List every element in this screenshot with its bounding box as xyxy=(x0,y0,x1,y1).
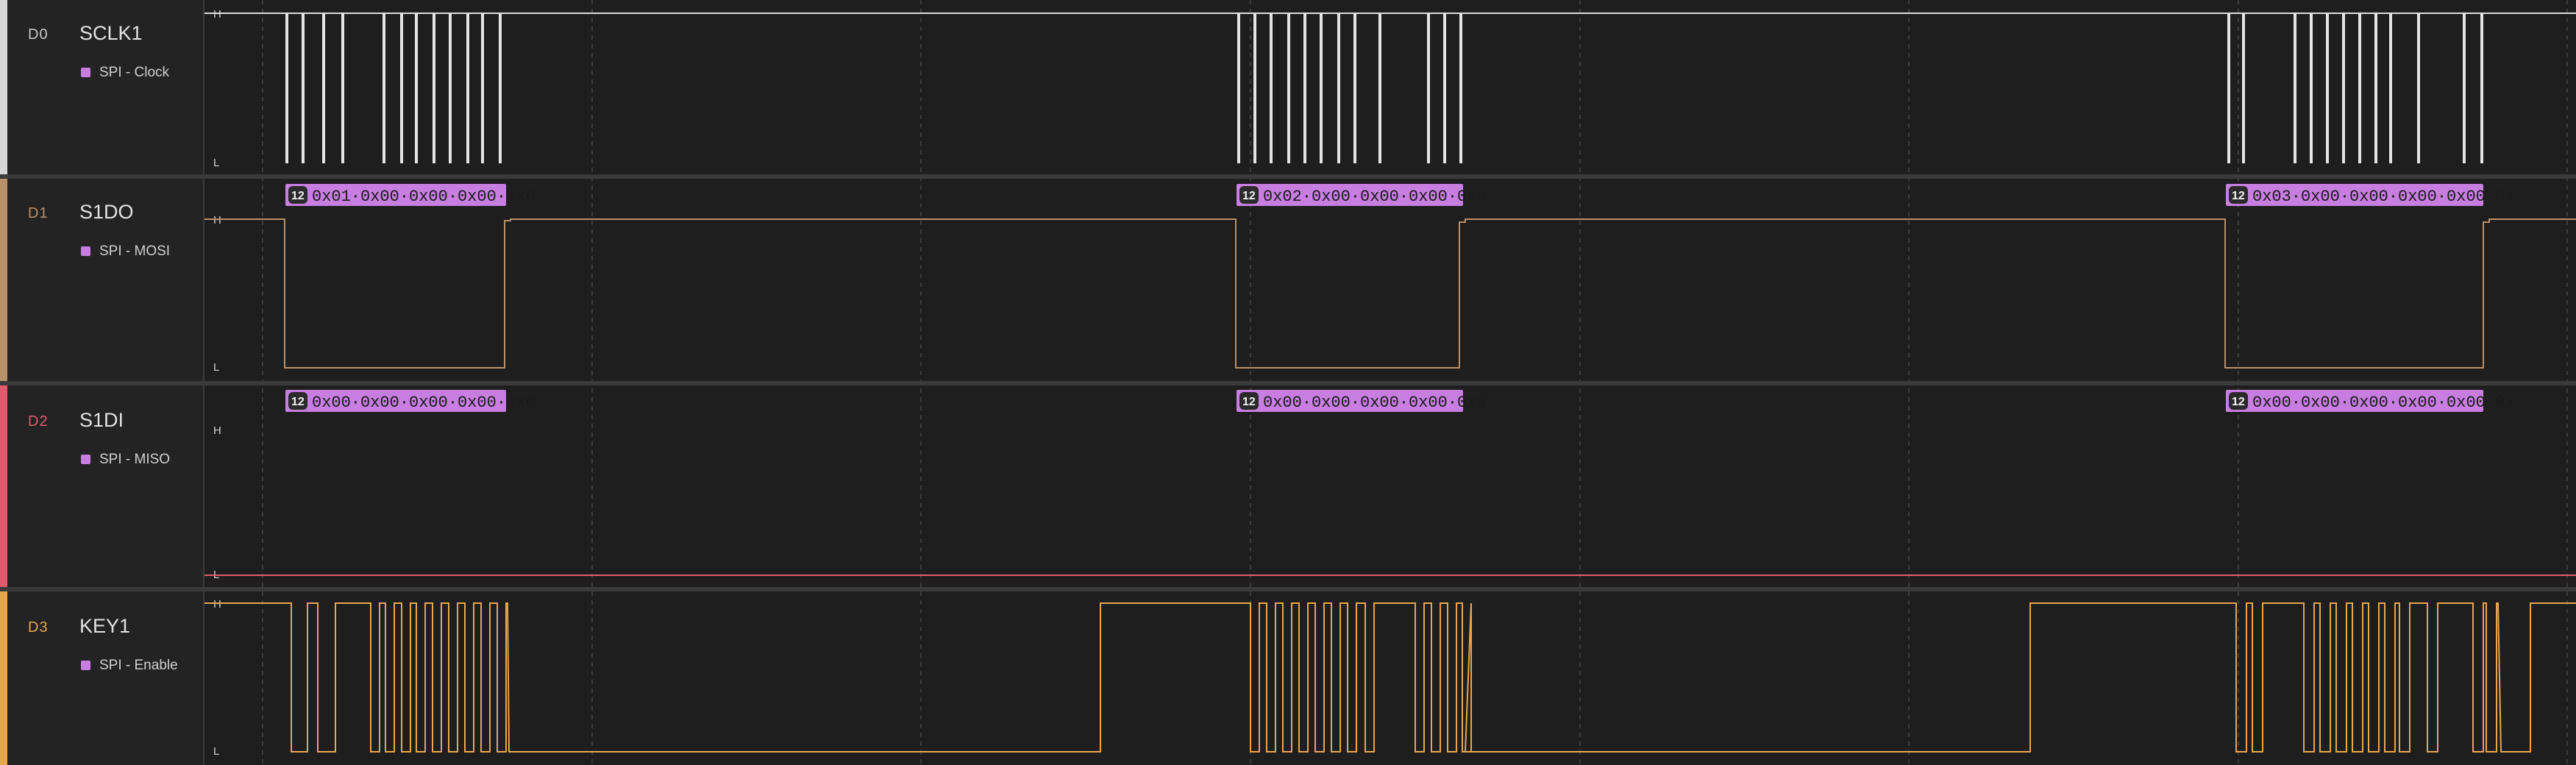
level-high-label: H xyxy=(213,598,221,611)
miso-decoded-frame-text: 0x00·0x00·0x00·0x00·0x0 xyxy=(312,394,536,412)
mosi-decoded-frame-badge-label: 12 xyxy=(1242,190,1256,202)
level-low-label: L xyxy=(213,157,219,169)
miso-decoded-frame-badge-label: 12 xyxy=(1242,396,1256,408)
level-high-label: H xyxy=(213,424,221,437)
miso-decoded-frame-badge-label: 12 xyxy=(291,396,305,408)
mosi-decoded-frame-text: 0x02·0x00·0x00·0x00·0x0 xyxy=(1263,188,1487,206)
key1-waveform xyxy=(204,602,2576,752)
mosi-decoded-frame-text: 0x01·0x00·0x00·0x00·0x0 xyxy=(312,188,536,206)
level-high-label: H xyxy=(213,8,221,21)
mosi-decoded-frame-text: 0x03·0x00·0x00·0x00·0x00·0x xyxy=(2252,188,2514,206)
miso-decoded-frame-text: 0x00·0x00·0x00·0x00·0x00·0x xyxy=(2252,394,2514,412)
miso-decoded-frame-text: 0x00·0x00·0x00·0x00·0x0 xyxy=(1263,394,1487,412)
miso-decoded-frame-badge-label: 12 xyxy=(2232,396,2245,408)
level-low-label: L xyxy=(213,745,219,758)
mosi-waveform xyxy=(204,218,2576,369)
logic-analyzer-view: D0 SCLK1 SPI - Clock D1 S1DO SPI - MOSI … xyxy=(0,0,2576,765)
waveform-canvas[interactable]: HLHLHLHL120x01·0x00·0x00·0x00·0x0120x02·… xyxy=(0,0,2576,765)
mosi-decoded-frame-badge-label: 12 xyxy=(2232,190,2245,202)
mosi-decoded-frame-badge-label: 12 xyxy=(291,190,305,202)
level-high-label: H xyxy=(213,214,221,227)
level-low-label: L xyxy=(213,361,219,374)
